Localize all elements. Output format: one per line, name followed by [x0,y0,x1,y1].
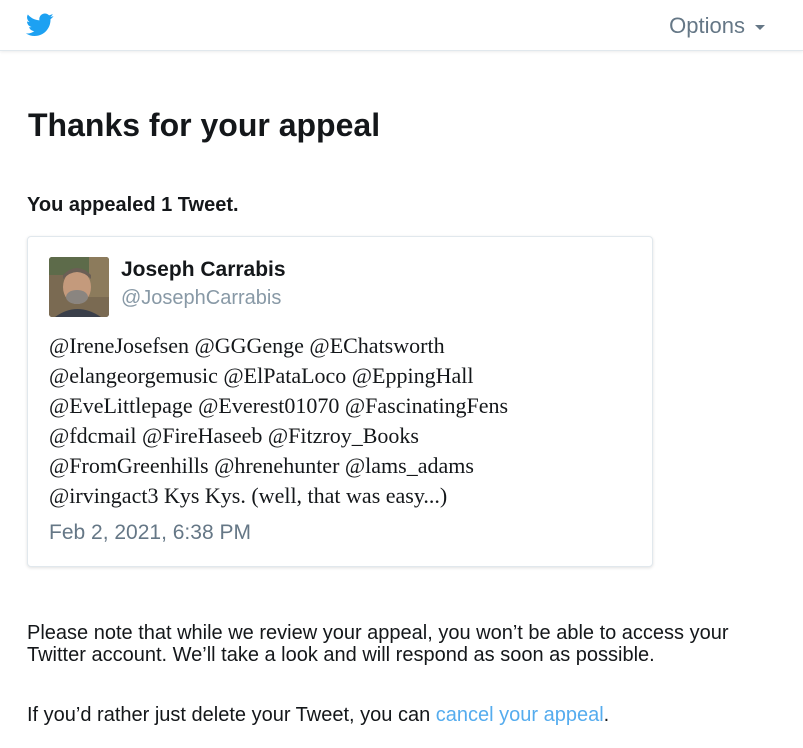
cancel-suffix-text: . [603,704,610,726]
options-menu-button[interactable]: Options [669,13,765,39]
appeal-count-text: You appealed 1 Tweet. [27,194,239,216]
options-label: Options [669,13,745,38]
tweet-timestamp: Feb 2, 2021, 6:38 PM [49,521,251,544]
page-title: Thanks for your appeal [28,107,381,143]
review-notice: Please note that while we review your ap… [27,622,729,666]
tweet-author-handle[interactable]: @JosephCarrabis [121,287,281,310]
cancel-appeal-link[interactable]: cancel your appeal [436,704,604,726]
tweet-text-line: @irvingact3 Kys Kys. (well, that was eas… [49,483,448,508]
twitter-bird-icon[interactable] [26,13,54,37]
tweet-text-line: @fdcmail @FireHaseeb @Fitzroy_Books [49,423,419,448]
avatar[interactable] [49,257,109,317]
caret-down-icon [755,25,765,30]
tweet-text-line: @EveLittlepage @Everest01070 @Fascinatin… [49,393,509,418]
tweet-text: @IreneJosefsen @GGGenge @EChatsworth @el… [49,331,639,511]
tweet-card: Joseph Carrabis @JosephCarrabis @IreneJo… [27,236,653,567]
tweet-text-line: @IreneJosefsen @GGGenge @EChatsworth [49,333,445,358]
cancel-prefix-text: If you’d rather just delete your Tweet, … [27,704,436,726]
cancel-appeal-text: If you’d rather just delete your Tweet, … [27,704,609,727]
tweet-text-line: @elangeorgemusic @ElPataLoco @EppingHall [49,363,474,388]
top-navigation-bar: Options [0,0,803,51]
tweet-text-line: @FromGreenhills @hrenehunter @lams_adams [49,453,474,478]
tweet-author-name[interactable]: Joseph Carrabis [121,258,286,282]
